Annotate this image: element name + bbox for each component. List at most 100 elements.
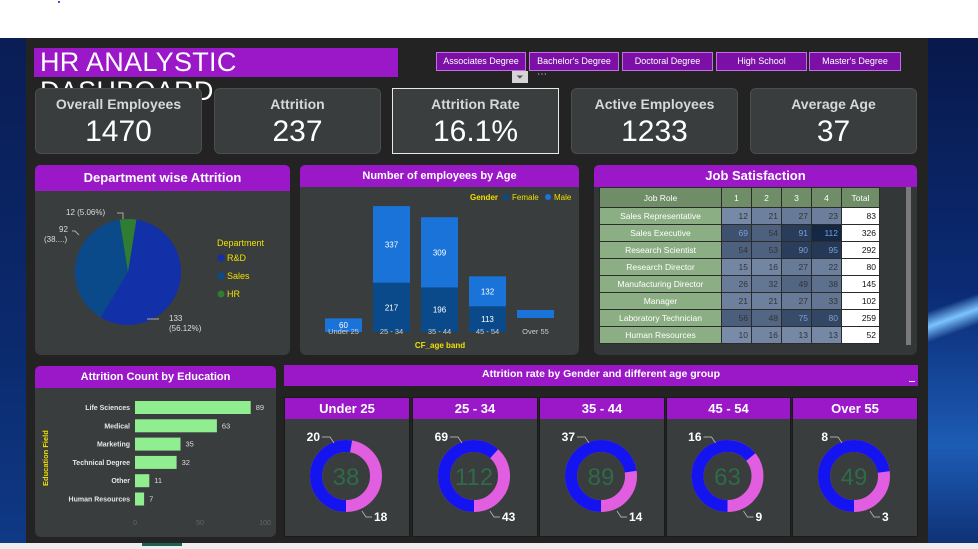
col-header-3[interactable]: 3 bbox=[781, 187, 812, 208]
education-bar[interactable] bbox=[135, 455, 177, 469]
donut-label-male: 16 bbox=[688, 430, 702, 444]
bar-data-label: 7 bbox=[149, 495, 153, 504]
education-bar[interactable] bbox=[135, 401, 251, 414]
value-cell: 91 bbox=[781, 224, 812, 242]
value-cell: 48 bbox=[751, 309, 782, 327]
kpi-overall-employees: Overall Employees 1470 bbox=[35, 88, 202, 154]
donut-center-value: 38 bbox=[333, 464, 360, 491]
label-leader bbox=[489, 510, 500, 518]
value-cell: 21 bbox=[751, 292, 782, 310]
pie-slices bbox=[75, 219, 182, 325]
bar-data-label: 11 bbox=[154, 476, 162, 485]
education-bar[interactable] bbox=[135, 419, 217, 433]
x-tick-label: 0 bbox=[133, 520, 137, 527]
bar-data-label: 217 bbox=[385, 303, 399, 312]
bar-male[interactable] bbox=[517, 310, 554, 318]
panel-title: Department wise Attrition bbox=[35, 165, 290, 191]
slicer-doctoral-degree[interactable]: Doctoral Degree bbox=[622, 52, 713, 71]
education-bars: Life Sciences 89 Medical 63 Marketing 35 Techn… bbox=[69, 401, 271, 527]
legend-marker-female bbox=[503, 194, 509, 200]
total-cell: 326 bbox=[841, 224, 880, 242]
value-cell: 90 bbox=[781, 241, 812, 259]
y-tick-label: Technical Degree bbox=[73, 460, 131, 467]
role-cell: Sales Representative bbox=[599, 207, 722, 225]
donut-label-male: 37 bbox=[562, 430, 576, 444]
y-tick-label: Human Resources bbox=[69, 497, 131, 504]
slicer-high-school[interactable]: High School bbox=[716, 52, 807, 71]
panel-title: Attrition Count by Education bbox=[35, 366, 276, 388]
page-title: HR ANALYSTIC DASHBOARD bbox=[34, 48, 398, 106]
table-row: Research Director 15 16 27 22 80 bbox=[599, 258, 880, 276]
total-cell: 292 bbox=[841, 241, 880, 259]
collapse-icon[interactable] bbox=[909, 381, 915, 382]
education-bar[interactable] bbox=[135, 474, 150, 488]
education-bar[interactable] bbox=[135, 437, 181, 451]
donut-label-female: 9 bbox=[756, 510, 763, 524]
value-cell: 23 bbox=[811, 207, 842, 225]
value-cell: 54 bbox=[751, 224, 782, 242]
label-leader bbox=[450, 436, 463, 444]
x-tick-label: 35 - 44 bbox=[428, 327, 451, 336]
donut-label-female: 14 bbox=[629, 510, 643, 524]
kpi-value: 16.1% bbox=[432, 115, 519, 148]
value-cell: 10 bbox=[721, 326, 752, 344]
education-bar[interactable] bbox=[135, 492, 145, 506]
y-tick-label: Life Sciences bbox=[85, 405, 130, 412]
label-leader bbox=[703, 436, 716, 444]
donut-label-male: 20 bbox=[307, 430, 321, 444]
legend-item-male: Male bbox=[554, 193, 572, 202]
slicer-masters-degree[interactable]: Master's Degree bbox=[809, 52, 901, 71]
bar-data-label: 89 bbox=[256, 403, 264, 412]
value-cell: 75 bbox=[781, 309, 812, 327]
matrix-scrollbar[interactable] bbox=[906, 187, 911, 345]
matrix-body: Sales Representative 12 21 27 23 83 Sales Exec… bbox=[599, 207, 880, 344]
kpi-active-employees: Active Employees 1233 bbox=[571, 88, 738, 154]
value-cell: 38 bbox=[811, 275, 842, 293]
label-leader bbox=[743, 510, 754, 518]
donut-label-female: 3 bbox=[882, 510, 889, 524]
donut-chart: 38 20 18 bbox=[307, 430, 388, 524]
slicer-associates-degree[interactable]: Associates Degree bbox=[436, 52, 526, 71]
legend-marker-rd bbox=[217, 254, 225, 262]
total-cell: 102 bbox=[841, 292, 880, 310]
kpi-attrition-rate[interactable]: Attrition Rate 16.1% bbox=[392, 88, 559, 154]
kpi-value: 37 bbox=[816, 115, 851, 148]
kpi-average-age: Average Age 37 bbox=[750, 88, 917, 154]
pie-label-rd: 133 bbox=[169, 314, 183, 323]
value-cell: 26 bbox=[721, 275, 752, 293]
label-leader bbox=[869, 510, 880, 518]
value-cell: 32 bbox=[751, 275, 782, 293]
label-leader bbox=[830, 436, 843, 444]
col-header-role[interactable]: Job Role bbox=[599, 187, 722, 208]
role-cell: Laboratory Technician bbox=[599, 309, 722, 327]
donut-center-value: 112 bbox=[455, 464, 493, 491]
filter-icon[interactable]: ⏷ bbox=[512, 71, 528, 83]
age-bars: 60Under 2521733725 - 3419630935 - 441131… bbox=[325, 206, 554, 336]
kpi-value: 237 bbox=[272, 115, 323, 148]
more-options-icon[interactable]: ⋯ bbox=[537, 69, 547, 80]
col-header-1[interactable]: 1 bbox=[721, 187, 752, 208]
education-bar-chart: Education Field Life Sciences 89 Medical 63… bbox=[41, 401, 271, 527]
value-cell: 80 bbox=[811, 309, 842, 327]
col-header-4[interactable]: 4 bbox=[811, 187, 842, 208]
donut-title: 35 - 44 bbox=[540, 398, 664, 419]
value-cell: 53 bbox=[751, 241, 782, 259]
pie-label-rd-pct: (56.12%) bbox=[169, 324, 202, 333]
bar-data-label: 309 bbox=[433, 248, 447, 257]
y-tick-label: Marketing bbox=[97, 442, 130, 449]
total-cell: 80 bbox=[841, 258, 880, 276]
legend-item-female: Female bbox=[512, 193, 539, 202]
job-satisfaction-matrix: Job Role 1 2 3 4 Total Sales Representat… bbox=[599, 187, 911, 345]
bar-data-label: 35 bbox=[186, 440, 194, 449]
value-cell: 27 bbox=[781, 292, 812, 310]
y-tick-label: Other bbox=[111, 478, 130, 485]
col-header-2[interactable]: 2 bbox=[751, 187, 782, 208]
value-cell: 27 bbox=[781, 207, 812, 225]
x-tick-label: 45 - 54 bbox=[476, 327, 499, 336]
bar-data-label: 196 bbox=[433, 306, 447, 315]
col-header-total[interactable]: Total bbox=[841, 187, 880, 208]
kpi-label: Active Employees bbox=[594, 96, 715, 112]
right-background bbox=[928, 38, 978, 549]
value-cell: 21 bbox=[751, 207, 782, 225]
y-tick-label: Medical bbox=[104, 423, 130, 430]
